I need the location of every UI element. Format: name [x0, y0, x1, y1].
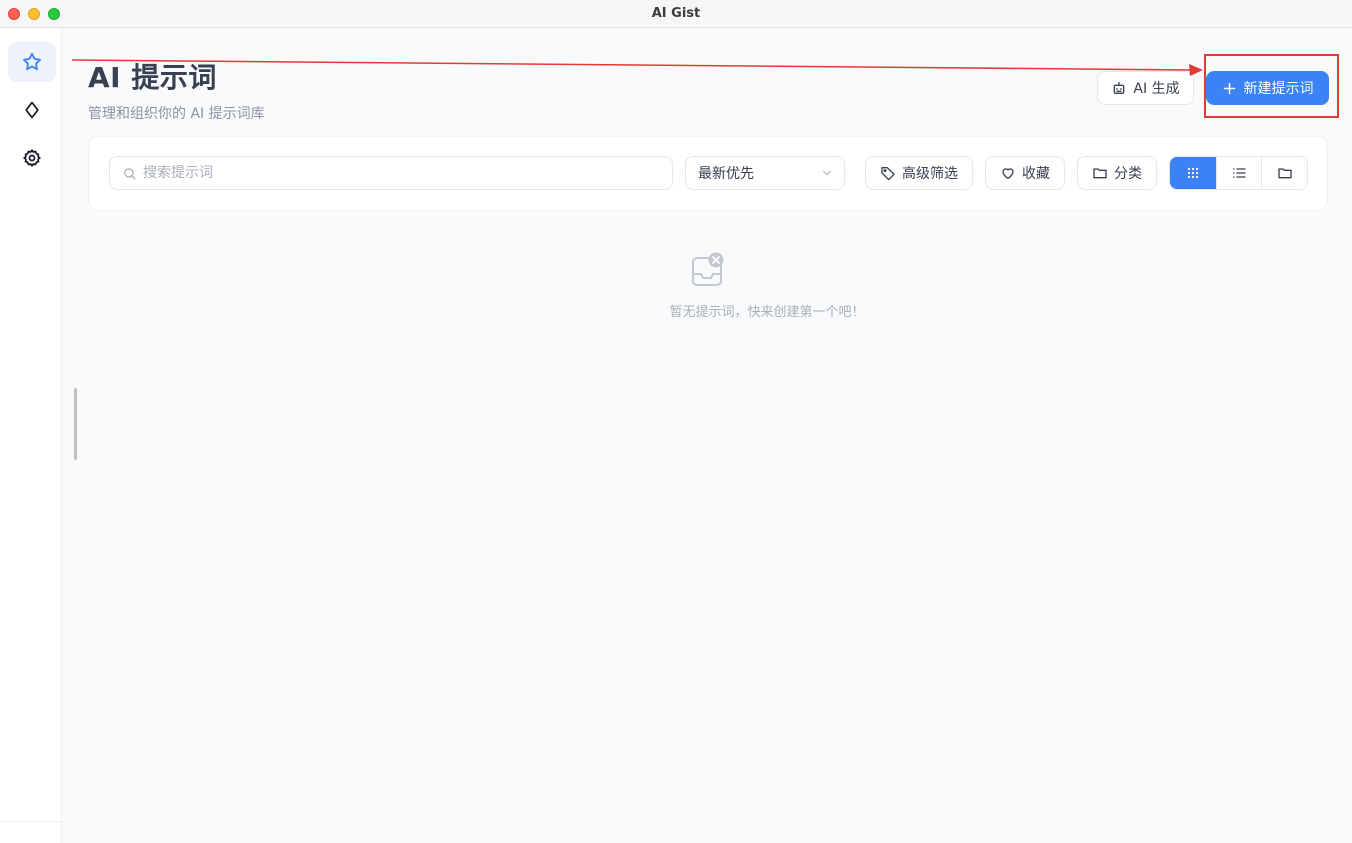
- diamond-icon: [25, 101, 39, 119]
- window-title: AI Gist: [651, 6, 701, 21]
- category-button[interactable]: 分类: [1077, 156, 1157, 190]
- gear-icon: [23, 149, 41, 167]
- list-view-button[interactable]: [1215, 157, 1262, 189]
- ai-generate-label: AI 生成: [1133, 81, 1180, 97]
- close-window-button[interactable]: [8, 8, 20, 20]
- minimize-window-button[interactable]: [28, 8, 40, 20]
- robot-icon: [1114, 82, 1125, 94]
- ai-generate-button[interactable]: AI 生成: [1097, 71, 1194, 105]
- folder-icon: [1093, 168, 1107, 179]
- search-box[interactable]: [109, 156, 673, 190]
- sidebar: [0, 28, 62, 843]
- favorites-label: 收藏: [1022, 166, 1050, 182]
- advanced-filter-button[interactable]: 高级筛选: [865, 156, 973, 190]
- empty-inbox-icon: [691, 252, 727, 292]
- favorites-button[interactable]: 收藏: [985, 156, 1065, 190]
- grid-dots-icon: [1187, 167, 1198, 179]
- page-subtitle: 管理和组织你的 AI 提示词库: [88, 106, 265, 122]
- list-icon: [1232, 168, 1246, 178]
- main-content: AI 提示词 管理和组织你的 AI 提示词库 AI 生成 新建提示词 最新优先: [62, 28, 1352, 843]
- filter-toolbar: 最新优先 高级筛选 收藏 分类: [88, 136, 1328, 211]
- page-title: AI 提示词: [88, 61, 217, 94]
- sort-select[interactable]: 最新优先: [685, 156, 845, 190]
- sidebar-footer: [0, 821, 62, 843]
- heart-icon: [1002, 168, 1014, 179]
- search-input[interactable]: [143, 165, 672, 181]
- sidebar-resize-handle[interactable]: [74, 388, 77, 460]
- empty-state-message: 暂无提示词，快来创建第一个吧！: [669, 305, 865, 320]
- star-icon: [23, 52, 41, 71]
- folder-view-button[interactable]: [1261, 157, 1307, 189]
- folder-icon: [1277, 168, 1292, 179]
- sidebar-item-diamond[interactable]: [8, 90, 56, 130]
- category-label: 分类: [1114, 166, 1142, 182]
- window-titlebar: AI Gist: [0, 0, 1352, 28]
- sidebar-item-prompts[interactable]: [8, 42, 56, 82]
- advanced-filter-label: 高级筛选: [902, 166, 958, 182]
- view-mode-toggle: [1169, 156, 1308, 190]
- sort-selected-value: 最新优先: [698, 166, 754, 182]
- chevron-down-icon: [822, 170, 832, 176]
- sidebar-item-settings[interactable]: [8, 138, 56, 178]
- search-icon: [124, 167, 136, 179]
- grid-view-button[interactable]: [1170, 157, 1216, 189]
- annotation-highlight-box: [1204, 54, 1339, 118]
- maximize-window-button[interactable]: [48, 8, 60, 20]
- window-controls: [8, 8, 60, 20]
- tag-icon: [881, 167, 895, 181]
